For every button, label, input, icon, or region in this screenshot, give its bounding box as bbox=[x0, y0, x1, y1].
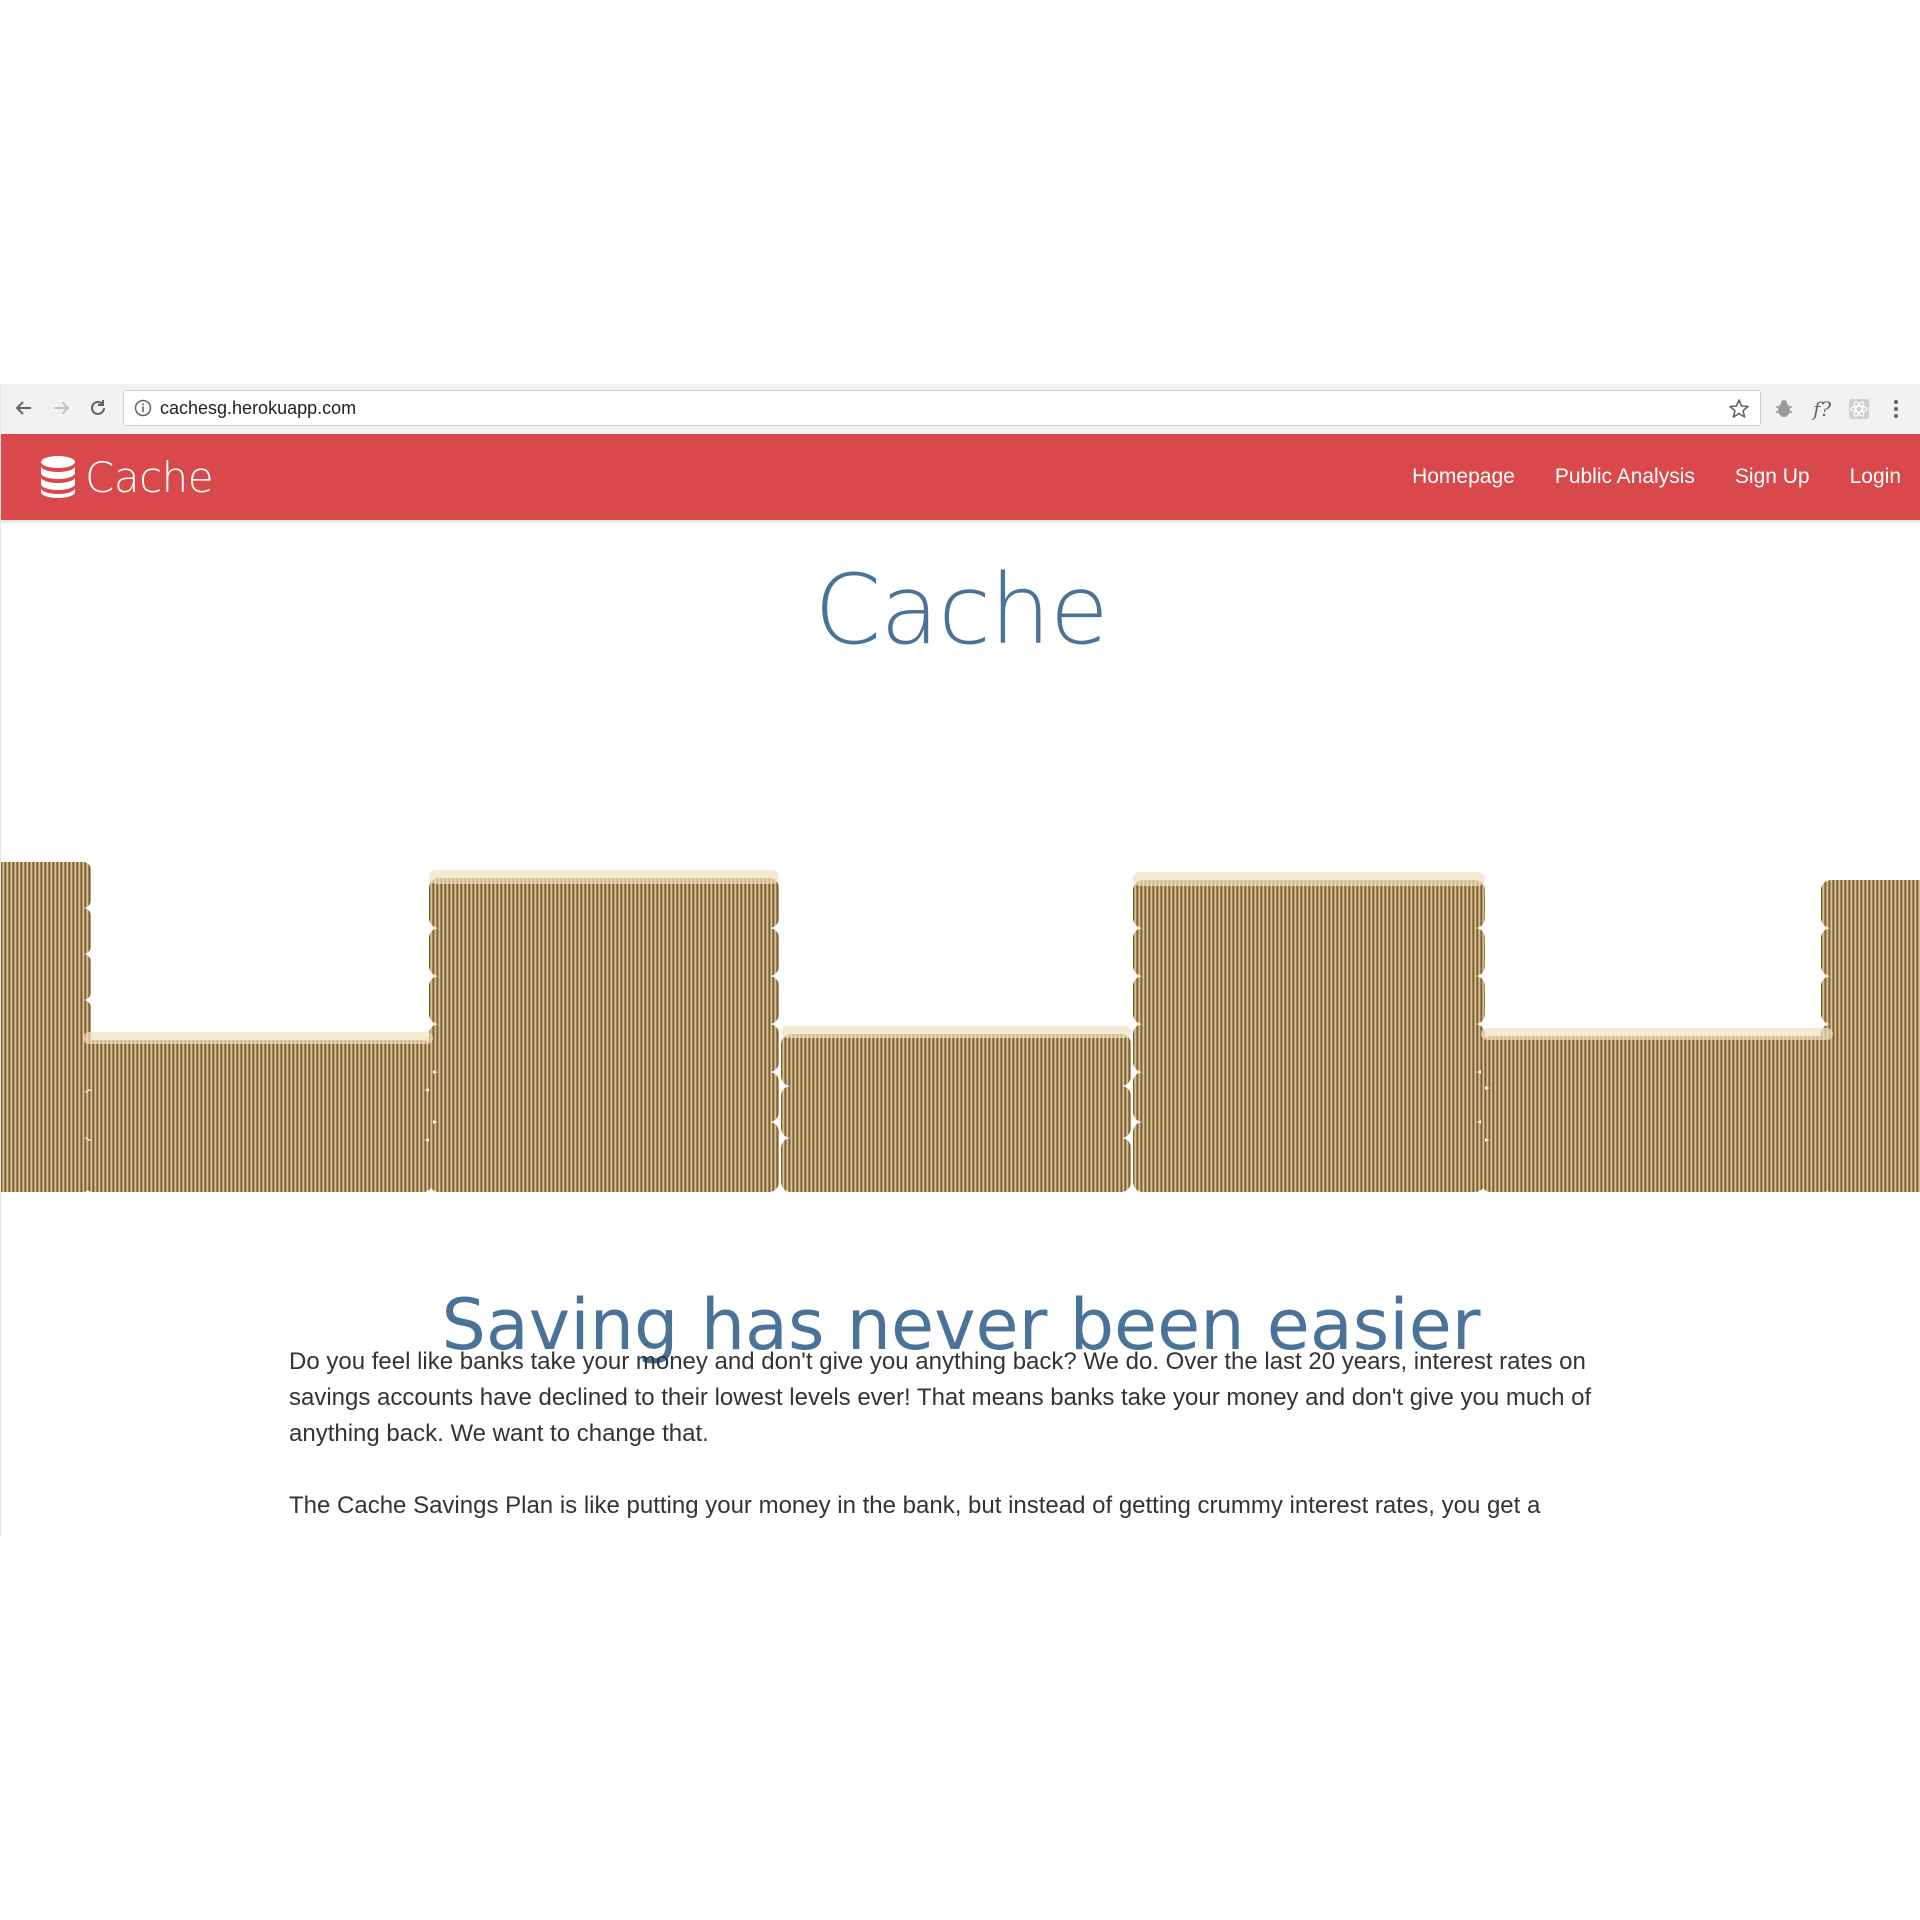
nav-link-login[interactable]: Login bbox=[1850, 465, 1901, 489]
nav-link-public-analysis[interactable]: Public Analysis bbox=[1555, 465, 1695, 489]
info-icon bbox=[134, 399, 152, 417]
forward-button[interactable] bbox=[46, 393, 76, 423]
nav-links: Homepage Public Analysis Sign Up Login bbox=[1372, 434, 1901, 520]
reload-button[interactable] bbox=[83, 393, 113, 423]
back-button[interactable] bbox=[9, 393, 39, 423]
page-canvas: cachesg.herokuapp.com f? Cache Homepage … bbox=[0, 0, 1920, 1920]
database-icon bbox=[41, 456, 75, 498]
nav-link-homepage[interactable]: Homepage bbox=[1412, 465, 1515, 489]
reload-icon bbox=[91, 400, 105, 415]
url-text: cachesg.herokuapp.com bbox=[160, 398, 357, 418]
paragraph-1: Do you feel like banks take your money a… bbox=[289, 1348, 1592, 1447]
intro-text: Do you feel like banks take your money a… bbox=[289, 1344, 1639, 1536]
browser-toolbar: cachesg.herokuapp.com f? bbox=[1, 384, 1920, 435]
function-extension-icon[interactable]: f? bbox=[1809, 396, 1835, 422]
hero-title: Cache bbox=[814, 554, 1109, 666]
brand-name: Cache bbox=[85, 452, 214, 502]
brand-logo-link[interactable]: Cache bbox=[39, 434, 214, 520]
arrow-right-icon bbox=[54, 401, 70, 415]
browser-window: cachesg.herokuapp.com f? Cache Homepage … bbox=[0, 384, 1920, 1536]
bookmark-star-icon[interactable] bbox=[1728, 398, 1750, 420]
react-extension-icon[interactable] bbox=[1846, 396, 1872, 422]
paragraph-2: The Cache Savings Plan is like putting y… bbox=[289, 1492, 1541, 1519]
nav-link-sign-up[interactable]: Sign Up bbox=[1735, 465, 1810, 489]
site-navbar: Cache Homepage Public Analysis Sign Up L… bbox=[1, 434, 1920, 520]
bug-extension-icon[interactable] bbox=[1771, 396, 1797, 422]
arrow-left-icon bbox=[15, 401, 31, 415]
more-menu-icon[interactable] bbox=[1883, 396, 1909, 422]
coins-banner-image bbox=[1, 862, 1920, 1192]
address-bar[interactable]: cachesg.herokuapp.com bbox=[123, 390, 1761, 426]
